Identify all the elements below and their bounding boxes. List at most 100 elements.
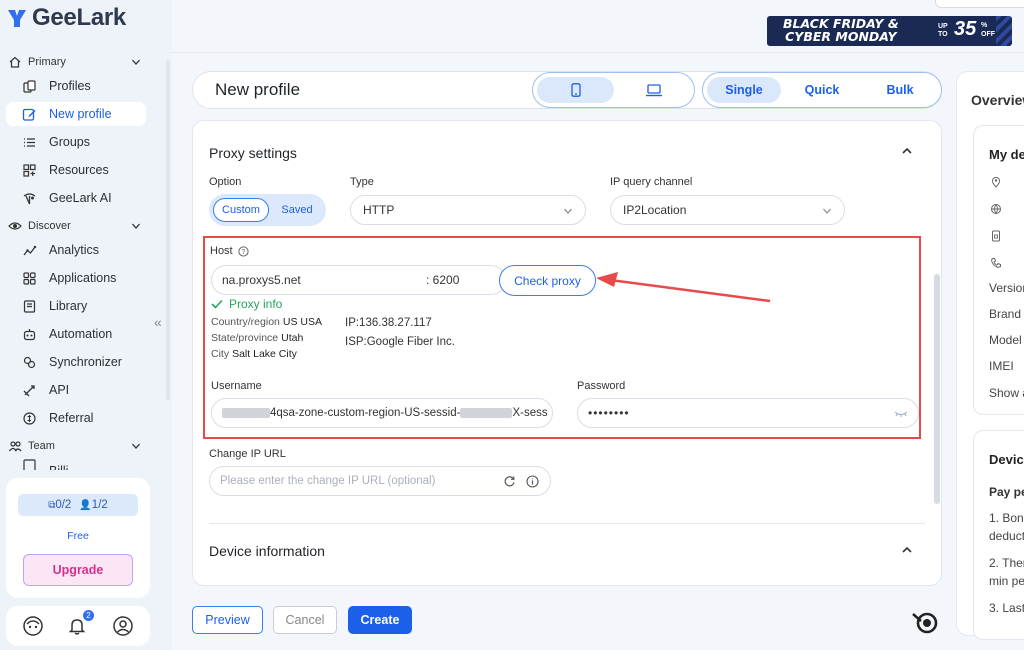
sidebar-item-api[interactable]: API	[6, 378, 146, 402]
type-select-value: HTTP	[363, 203, 395, 217]
sidebar-item-profiles[interactable]: Profiles	[6, 74, 146, 98]
app-logo[interactable]: GeeLark	[6, 4, 126, 32]
mode-bulk[interactable]: Bulk	[863, 77, 937, 103]
section-label: Primary	[28, 56, 66, 68]
collapse-sidebar-icon[interactable]: «	[154, 314, 162, 330]
username-value-b: X-sess	[512, 407, 548, 419]
ip-channel-label: IP query channel	[610, 176, 693, 188]
sidebar-item-label: Library	[49, 299, 88, 313]
promo-line-2: CYBER MONDAY	[785, 29, 897, 44]
port-value[interactable]: : 6200	[426, 273, 459, 287]
members-count-value: 1/2	[91, 499, 108, 511]
ai-icon	[23, 192, 36, 204]
ip-channel-value: IP2Location	[623, 203, 687, 217]
overview-title: Overview	[971, 92, 1024, 108]
sidebar-item-synchronizer[interactable]: Synchronizer	[6, 350, 146, 374]
sidebar-section-primary[interactable]: Primary	[0, 52, 172, 72]
isp-name: ISP:Google Fiber Inc.	[345, 336, 455, 348]
bottom-toolbar: 2	[6, 606, 150, 646]
sidebar-item-geelark-ai[interactable]: GeeLark AI	[6, 186, 146, 210]
proxy-settings-title[interactable]: Proxy settings	[209, 145, 297, 161]
note-line: 3. Lastl	[989, 601, 1024, 615]
sidebar-section-discover[interactable]: Discover	[0, 216, 172, 236]
chevron-up-icon[interactable]	[901, 544, 913, 556]
device-pricing-card: Devic Pay pe 1. Bonu deduct 2. Ther min …	[973, 430, 1024, 640]
username-input[interactable]: 4qsa-zone-custom-region-US-sessid- X-sess	[211, 398, 553, 428]
section-label: Team	[28, 440, 55, 452]
network-icon	[991, 204, 1001, 215]
option-saved[interactable]: Saved	[271, 198, 323, 222]
country-value: US USA	[282, 316, 322, 328]
edit-icon	[22, 108, 36, 121]
top-right-control[interactable]	[935, 0, 1024, 8]
note-line: 2. Ther	[989, 556, 1024, 570]
upgrade-button[interactable]: Upgrade	[23, 554, 133, 586]
sidebar-item-analytics[interactable]: Analytics	[6, 238, 146, 262]
promo-banner[interactable]: BLACK FRIDAY & CYBER MONDAY UP TO 35 % O…	[767, 16, 1012, 46]
overview-row-show-all[interactable]: Show a	[989, 386, 1024, 400]
section-label: Discover	[28, 220, 71, 232]
username-label: Username	[211, 380, 262, 392]
create-button[interactable]: Create	[348, 606, 412, 634]
assistant-eye-icon[interactable]	[910, 608, 940, 636]
sidebar-item-library[interactable]: Library	[6, 294, 146, 318]
promo-percent: 35	[954, 18, 977, 40]
sidebar-item-groups[interactable]: Groups	[6, 130, 146, 154]
promo-off: % OFF	[981, 22, 995, 38]
sidebar-section-team[interactable]: Team	[0, 436, 172, 456]
sidebar-item-new-profile[interactable]: New profile	[6, 102, 146, 126]
desktop-option[interactable]	[615, 77, 692, 103]
sidebar-item-billing[interactable]: Billi	[6, 458, 146, 470]
type-select[interactable]: HTTP	[350, 195, 586, 225]
home-icon	[9, 56, 21, 68]
sidebar-item-resources[interactable]: Resources	[6, 158, 146, 182]
sidebar-item-automation[interactable]: Automation	[6, 322, 146, 346]
sidebar-item-label: Automation	[49, 327, 113, 341]
sidebar-item-label: Applications	[49, 271, 117, 285]
sidebar-scrollbar[interactable]	[166, 60, 170, 400]
user-account-icon[interactable]	[112, 615, 134, 637]
promo-headline: BLACK FRIDAY & CYBER MONDAY	[783, 17, 899, 43]
form-scrollbar[interactable]	[934, 274, 940, 504]
topbar-divider	[172, 52, 1024, 53]
eye-closed-icon[interactable]	[894, 410, 908, 418]
password-input[interactable]: ••••••••	[577, 398, 919, 428]
sidebar-item-applications[interactable]: Applications	[6, 266, 146, 290]
username-value-a: 4qsa-zone-custom-region-US-sessid-	[270, 407, 461, 419]
device-info-title[interactable]: Device information	[209, 543, 325, 559]
change-ip-input[interactable]: Please enter the change IP URL (optional…	[209, 466, 551, 496]
overview-row-version: Version	[989, 281, 1024, 295]
state-label: State/province	[211, 332, 279, 344]
my-device-title: My de	[989, 147, 1024, 162]
mode-single[interactable]: Single	[707, 77, 781, 103]
note-line: deduct	[989, 529, 1024, 543]
ip-channel-select[interactable]: IP2Location	[610, 195, 845, 225]
info-icon[interactable]	[526, 475, 539, 488]
chevron-up-icon[interactable]	[901, 145, 913, 157]
mode-quick[interactable]: Quick	[785, 77, 859, 103]
phone-option[interactable]	[537, 77, 614, 103]
option-segmented-control: Custom Saved	[209, 194, 326, 226]
change-ip-placeholder: Please enter the change IP URL (optional…	[220, 475, 436, 487]
preview-button[interactable]: Preview	[192, 606, 263, 634]
eye-icon	[8, 222, 22, 230]
sync-icon	[23, 356, 36, 368]
annotation-arrow	[596, 272, 771, 303]
option-custom[interactable]: Custom	[213, 198, 269, 222]
refresh-icon[interactable]	[503, 475, 516, 488]
sidebar-item-referral[interactable]: Referral	[6, 406, 146, 430]
referral-icon	[23, 411, 36, 425]
phone-call-icon	[990, 258, 1001, 268]
check-proxy-button[interactable]: Check proxy	[499, 265, 596, 296]
sidebar-item-label: Billi	[49, 458, 68, 470]
check-icon	[211, 299, 223, 309]
creation-mode-toggle: Single Quick Bulk	[702, 72, 942, 108]
password-value: ••••••••	[588, 406, 630, 420]
host-input[interactable]: na.proxys5.net : 6200	[211, 265, 506, 295]
support-avatar-icon[interactable]	[22, 615, 44, 637]
country-label: Country/region	[211, 316, 280, 328]
chevron-down-icon	[823, 208, 831, 214]
my-device-card: My de Version Brand Model IMEI Show a	[973, 125, 1024, 415]
help-icon[interactable]: ?	[238, 245, 249, 257]
cancel-button[interactable]: Cancel	[273, 606, 337, 634]
